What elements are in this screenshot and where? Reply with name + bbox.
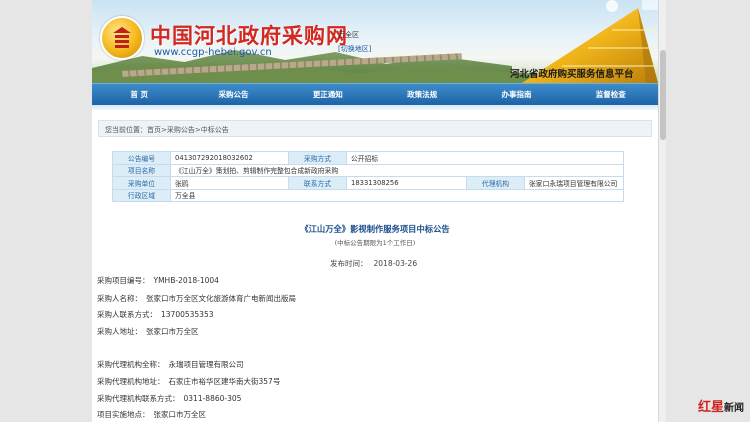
- nav-home[interactable]: 首 页: [92, 89, 186, 100]
- notice-info-table: 公告编号 041307292018032602 采购方式 公开招标 项目名称 《…: [112, 151, 624, 202]
- article-title: 《江山万全》影视制作服务项目中标公告: [300, 224, 450, 234]
- article-line: 采购人联系方式： 13700535353: [97, 309, 214, 320]
- right-margin: [658, 0, 750, 422]
- platform-name: 河北省政府购买服务信息平台: [510, 69, 634, 80]
- current-region: 万全区: [338, 31, 359, 39]
- publish-date-value: 2018-03-26: [373, 259, 418, 268]
- line-label: 采购项目编号：: [97, 276, 150, 285]
- publish-date-label: 发布时间：: [330, 259, 368, 268]
- article-line: 采购代理机构全称： 永瑞项目管理有限公司: [97, 359, 244, 370]
- line-value: 永瑞项目管理有限公司: [168, 360, 244, 369]
- article-line: 采购人地址： 张家口市万全区: [97, 326, 199, 337]
- phone-label: 联系方式: [288, 176, 347, 190]
- scrollbar-thumb[interactable]: [660, 50, 666, 140]
- website: 中国河北政府采购网 www.ccgp-hebei.gov.cn 万全区 [切换地…: [92, 0, 658, 422]
- buyer-value: 张鸥: [170, 176, 289, 190]
- switch-region-link[interactable]: [切换地区]: [338, 44, 371, 54]
- line-value: 张家口市万全区: [153, 410, 207, 419]
- article-line: 项目实施地点： 张家口市万全区: [97, 409, 206, 420]
- site-url: www.ccgp-hebei.gov.cn: [154, 47, 272, 58]
- project-label: 项目名称: [112, 163, 171, 177]
- site-header: 中国河北政府采购网 www.ccgp-hebei.gov.cn 万全区 [切换地…: [92, 0, 658, 83]
- line-label: 采购人地址：: [97, 327, 142, 336]
- breadcrumb-path[interactable]: 首页>采购公告>中标公告: [147, 126, 229, 134]
- page-scrollbar[interactable]: [658, 0, 666, 422]
- method-label: 采购方式: [288, 151, 347, 165]
- line-value: 张家口市万全区: [146, 327, 199, 336]
- agency-value: 张家口永瑞项目管理有限公司: [524, 176, 624, 190]
- buyer-label: 采购单位: [112, 176, 171, 190]
- nav-policies[interactable]: 政策法规: [375, 89, 469, 100]
- browser-frame: 中国河北政府采购网 www.ccgp-hebei.gov.cn 万全区 [切换地…: [0, 0, 750, 422]
- nav-shadow-strip: [92, 105, 658, 110]
- notice-no-label: 公告编号: [112, 151, 171, 165]
- nav-supervision[interactable]: 监督检查: [564, 89, 658, 100]
- main-nav: 首 页 采购公告 更正通知 政策法规 办事指南 监督检查: [92, 83, 658, 105]
- article-line: 采购项目编号： YMHB-2018-1004: [97, 275, 219, 286]
- line-label: 项目实施地点：: [97, 410, 150, 419]
- line-value: 石家庄市裕华区建华南大街357号: [168, 377, 281, 386]
- watermark-suffix: 新闻: [724, 403, 744, 414]
- notice-no-value: 041307292018032602: [170, 151, 289, 165]
- nav-guide[interactable]: 办事指南: [469, 89, 563, 100]
- publish-date: 发布时间： 2018-03-26: [330, 258, 417, 269]
- line-value: 13700535353: [161, 310, 214, 319]
- site-title: 中国河北政府采购网: [150, 24, 348, 48]
- emblem-logo-icon[interactable]: [100, 16, 144, 60]
- breadcrumb: 您当前位置：首页>采购公告>中标公告: [98, 120, 652, 137]
- line-value: 0311-8860-305: [183, 394, 242, 403]
- article-line: 采购代理机构联系方式： 0311-8860-305: [97, 393, 241, 404]
- region-label: 行政区域: [112, 188, 171, 202]
- breadcrumb-prefix: 您当前位置：: [105, 126, 147, 134]
- watermark-brand: 红星: [697, 400, 724, 415]
- nav-procurement-notices[interactable]: 采购公告: [186, 89, 280, 100]
- line-label: 采购人名称：: [97, 294, 142, 303]
- method-value: 公开招标: [346, 151, 624, 165]
- article-subtitle: (中标公告期限为1个工作日): [334, 239, 416, 247]
- phone-value: 18331308256: [346, 176, 467, 190]
- project-value: 《江山万全》策划拍、剪辑制作完整包合成新政府采购: [170, 163, 624, 177]
- left-margin: [0, 0, 92, 422]
- line-label: 采购人联系方式：: [97, 310, 157, 319]
- line-label: 采购代理机构地址：: [97, 377, 165, 386]
- article-line: 采购人名称： 张家口市万全区文化旅游体育广电新闻出版局: [97, 293, 296, 304]
- line-value: YMHB-2018-1004: [153, 276, 219, 285]
- line-value: 张家口市万全区文化旅游体育广电新闻出版局: [146, 294, 296, 303]
- line-label: 采购代理机构联系方式：: [97, 394, 180, 403]
- article-line: 采购代理机构地址： 石家庄市裕华区建华南大街357号: [97, 376, 280, 387]
- nav-correction-notices[interactable]: 更正通知: [281, 89, 375, 100]
- region-value: 万全县: [170, 188, 624, 202]
- watermark-logo: 红星新闻: [698, 396, 744, 415]
- agency-label: 代理机构: [466, 176, 525, 190]
- line-label: 采购代理机构全称：: [97, 360, 165, 369]
